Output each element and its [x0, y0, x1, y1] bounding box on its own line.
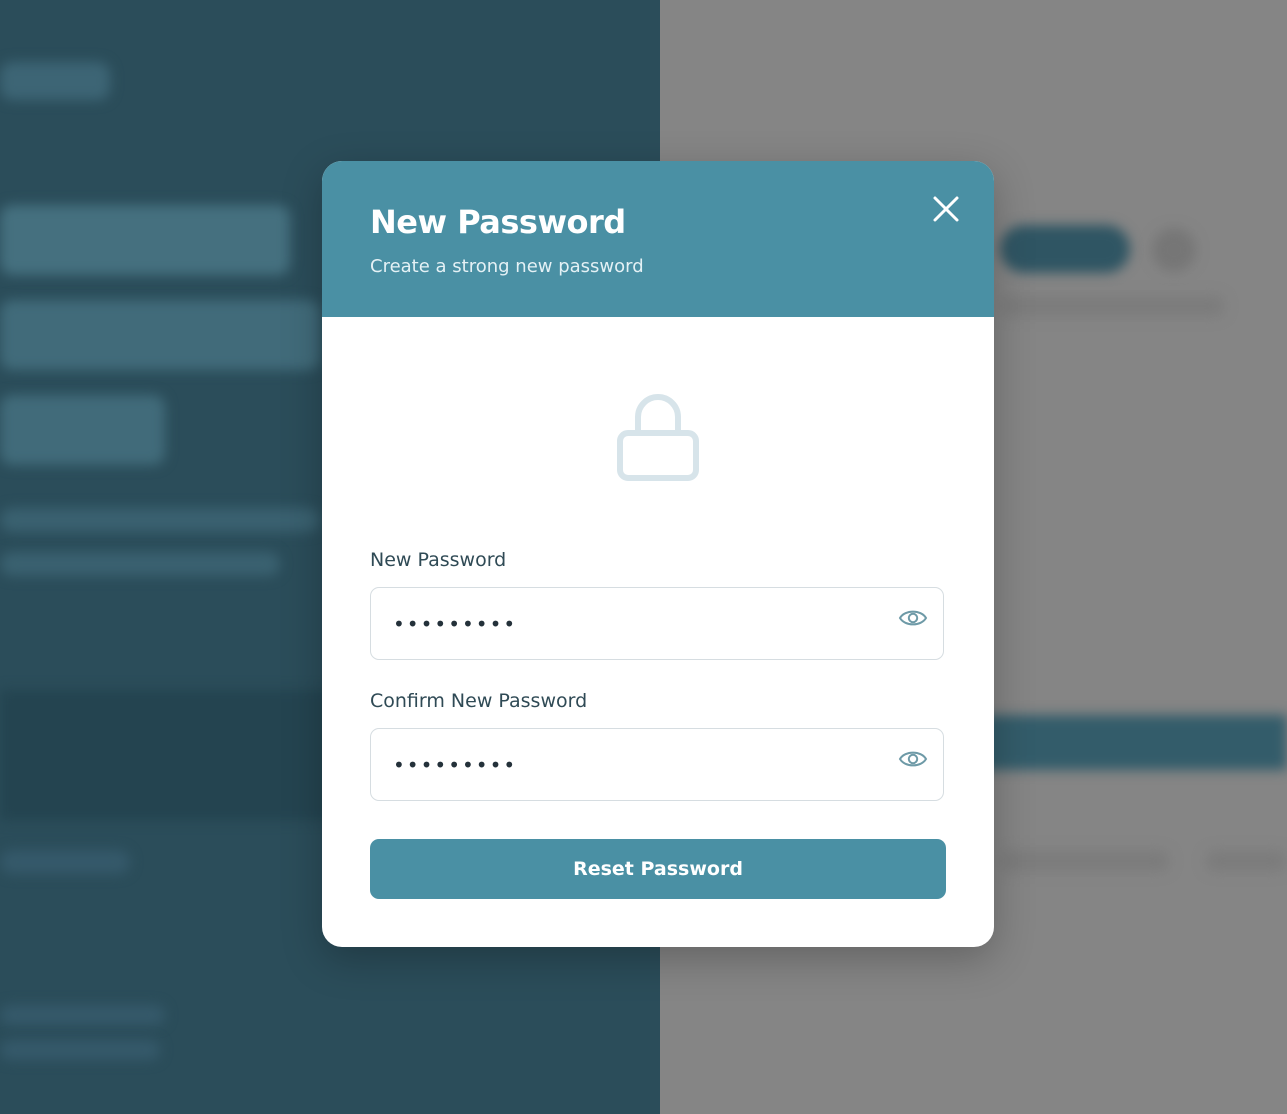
new-password-dialog: New Password Create a strong new passwor… [322, 161, 994, 947]
dialog-title: New Password [370, 203, 626, 241]
background-decoration [980, 715, 1287, 770]
dialog-header: New Password Create a strong new passwor… [322, 161, 994, 317]
new-password-field-container [370, 587, 944, 660]
background-decoration [0, 62, 110, 100]
background-decoration [1152, 228, 1196, 272]
eye-icon[interactable] [898, 606, 928, 630]
background-decoration [0, 1005, 165, 1025]
background-decoration [0, 850, 130, 874]
background-decoration [1205, 850, 1287, 872]
background-decoration [1000, 225, 1130, 273]
background-decoration [0, 205, 290, 275]
confirm-password-label: Confirm New Password [370, 690, 588, 712]
background-decoration [1000, 850, 1170, 872]
close-icon[interactable] [930, 193, 962, 225]
new-password-label: New Password [370, 549, 507, 571]
reset-password-button[interactable]: Reset Password [370, 839, 946, 899]
lock-icon [617, 394, 699, 481]
eye-icon[interactable] [898, 747, 928, 771]
background-decoration [0, 508, 320, 532]
background-decoration [1000, 295, 1225, 317]
dialog-subtitle: Create a strong new password [370, 256, 644, 277]
background-decoration [0, 552, 280, 576]
background-decoration [0, 300, 320, 370]
background-decoration [0, 395, 165, 465]
confirm-password-input[interactable] [393, 729, 873, 800]
new-password-input[interactable] [393, 588, 873, 659]
confirm-password-field-container [370, 728, 944, 801]
background-decoration [0, 1040, 160, 1060]
